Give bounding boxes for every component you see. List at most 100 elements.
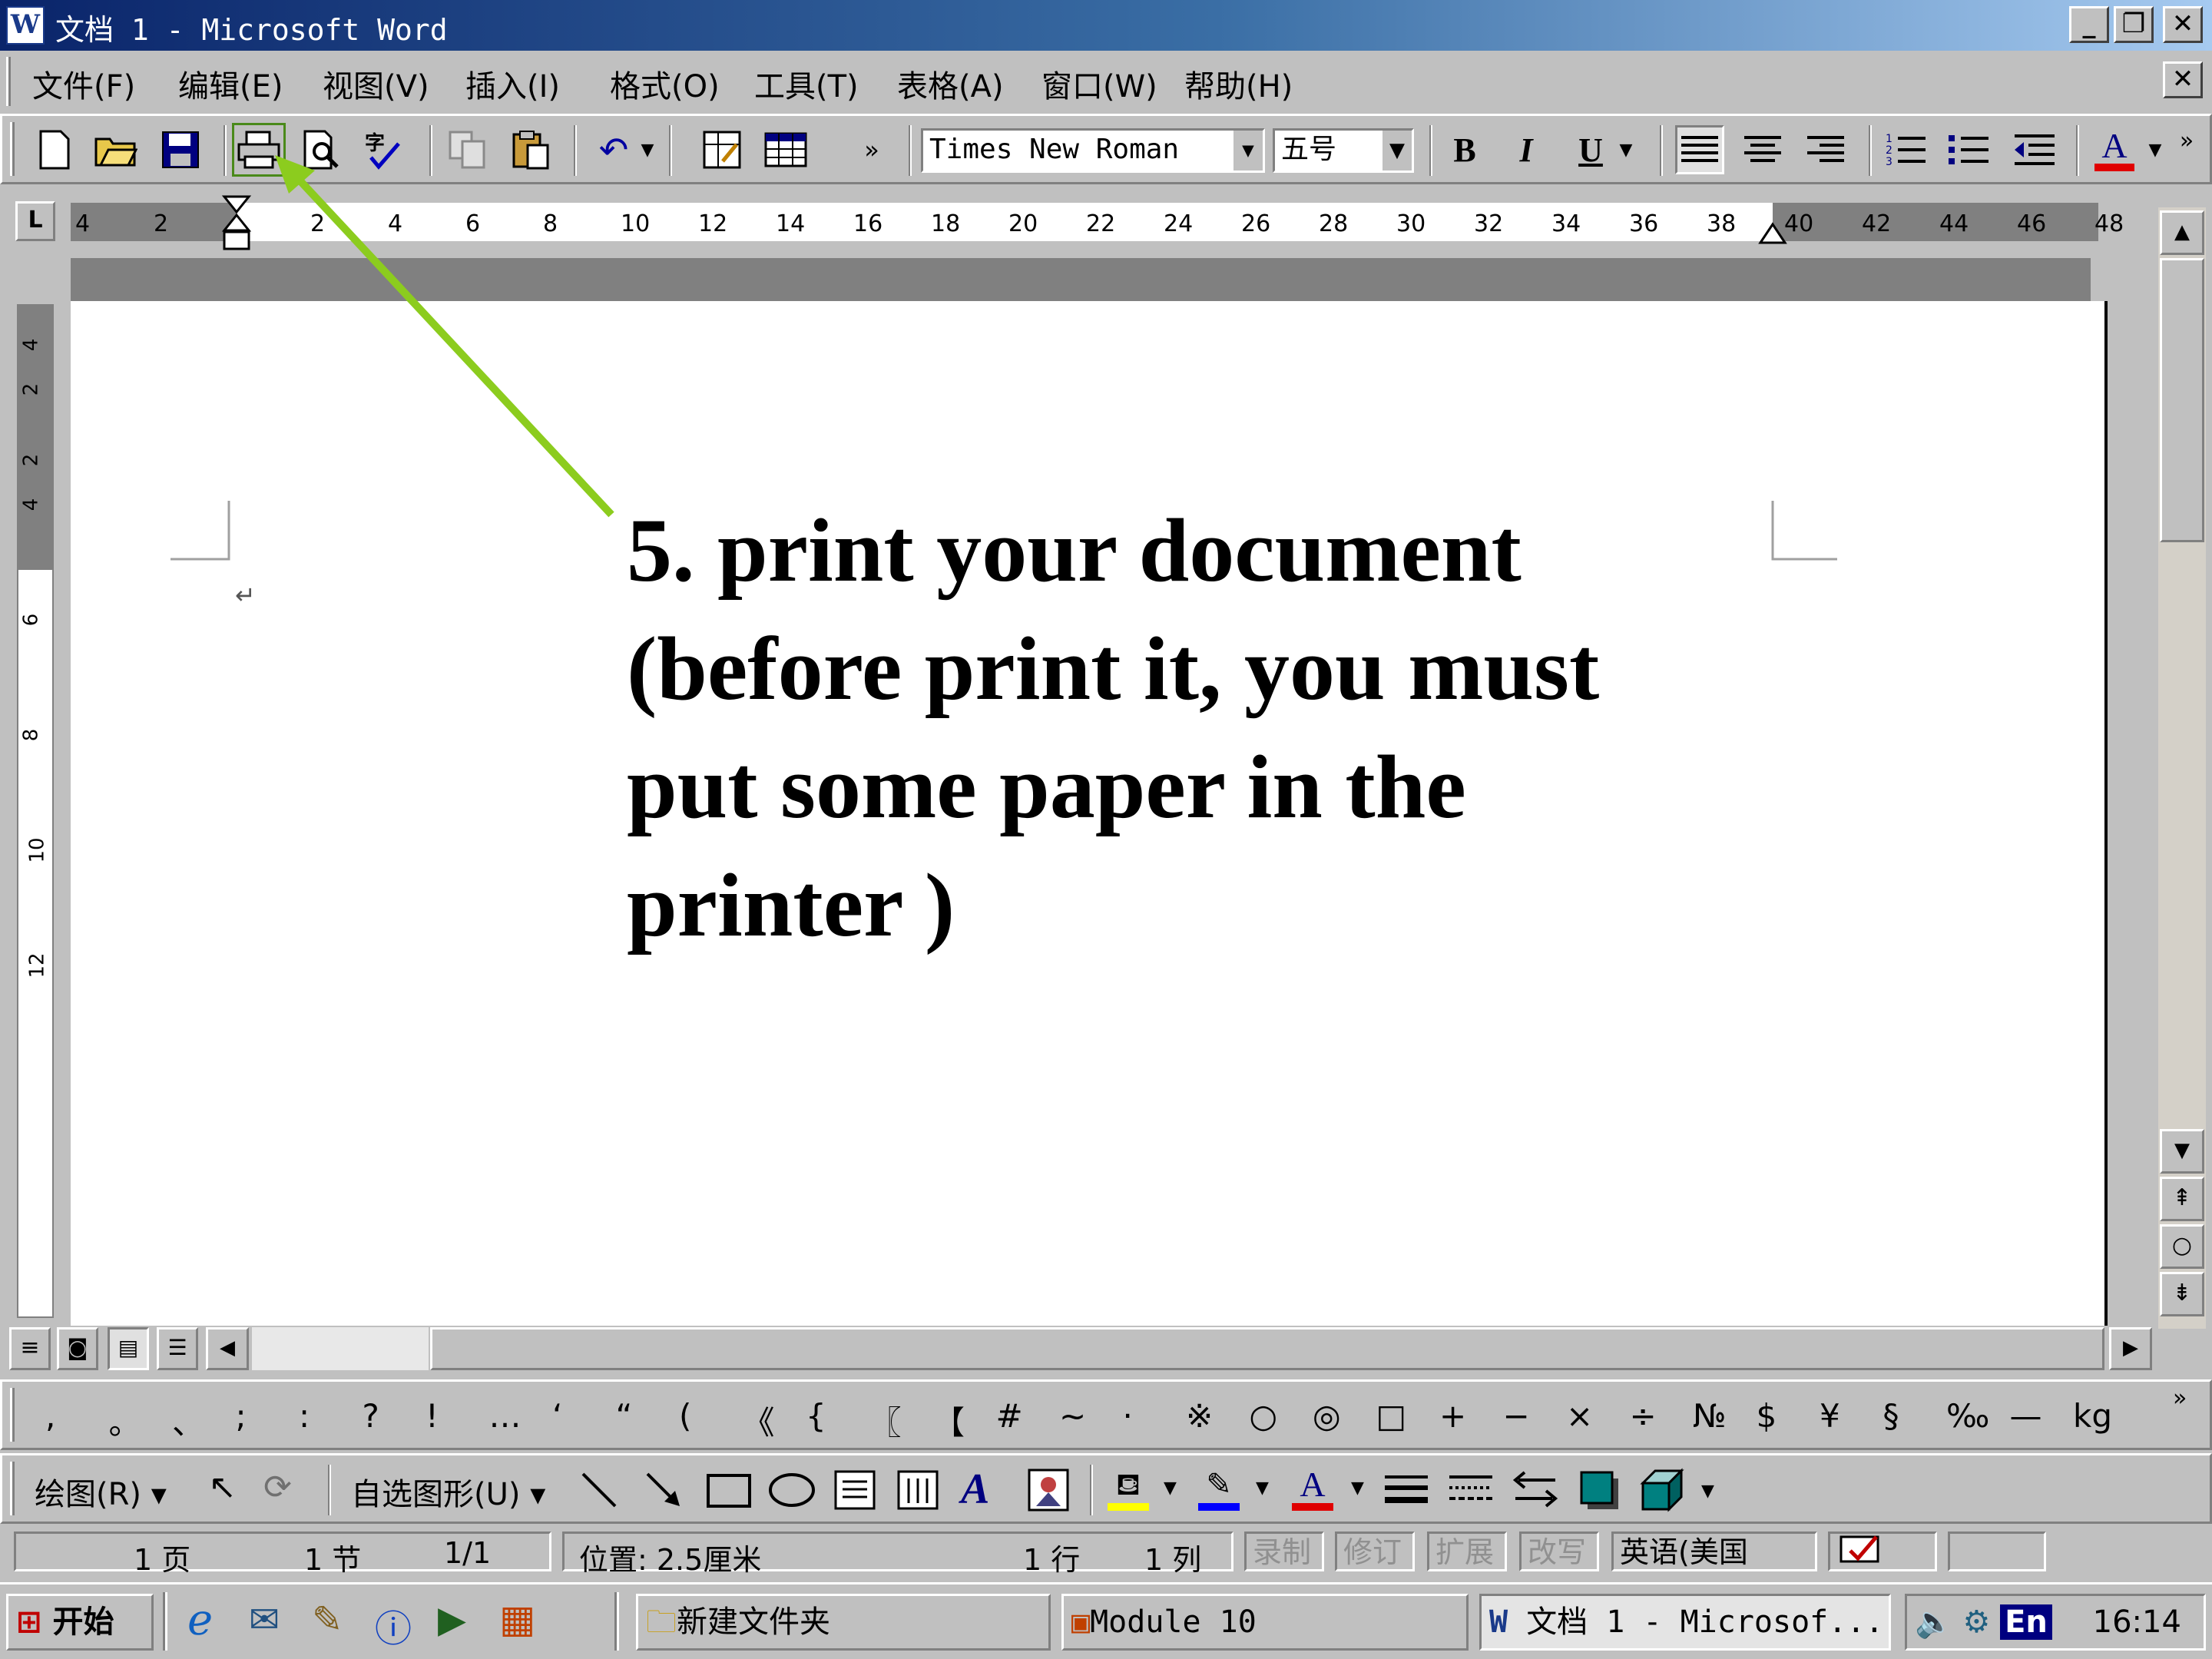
symbol-button[interactable]: 《 <box>743 1397 775 1444</box>
line-color-dropdown[interactable]: ▼ <box>1256 1479 1269 1498</box>
symbol-button[interactable]: § <box>1883 1397 1899 1435</box>
web-layout-view-button[interactable]: ◙ <box>57 1327 98 1370</box>
wordart-button[interactable]: A <box>961 1465 989 1514</box>
symbol-button[interactable]: 【 <box>932 1397 965 1444</box>
symbol-button[interactable]: ※ <box>1186 1397 1213 1435</box>
symbol-button[interactable]: — <box>2010 1397 2042 1435</box>
formatting-options-button[interactable]: » <box>2171 116 2202 165</box>
menu-edit[interactable]: 编辑(E) <box>178 61 283 106</box>
symbol-button[interactable]: − <box>1503 1397 1530 1435</box>
save-button[interactable] <box>156 125 205 174</box>
dash-style-icon[interactable] <box>1449 1472 1492 1506</box>
symbol-button[interactable]: ◎ <box>1313 1397 1341 1435</box>
insert-table-button[interactable] <box>761 125 810 174</box>
symbol-button[interactable]: : <box>299 1397 310 1435</box>
shadow-icon[interactable] <box>1578 1469 1621 1511</box>
symbol-button[interactable]: # <box>996 1397 1023 1435</box>
vertical-ruler[interactable]: 4 2 2 4 6 8 10 12 <box>17 304 54 1318</box>
drawing-options-button[interactable]: ▼ <box>1701 1482 1714 1501</box>
draw-font-color-dropdown[interactable]: ▼ <box>1351 1479 1364 1498</box>
line-tool-icon[interactable] <box>580 1471 618 1509</box>
horizontal-scrollbar[interactable]: ≡ ◙ ▤ ☰ ◀ ▶ <box>0 1326 2158 1373</box>
scroll-left-button[interactable]: ◀ <box>206 1327 249 1370</box>
tab-selector-button[interactable]: L <box>15 201 55 241</box>
align-right-button[interactable] <box>1801 125 1850 174</box>
draw-font-color-button[interactable]: A <box>1290 1466 1336 1515</box>
symbol-button[interactable]: ( <box>679 1397 691 1435</box>
next-page-button[interactable]: ⇟ <box>2160 1272 2204 1316</box>
fill-color-dropdown[interactable]: ▼ <box>1164 1479 1177 1498</box>
document-close-button[interactable]: ✕ <box>2163 61 2203 98</box>
media-player-icon[interactable]: ▶ <box>438 1598 466 1641</box>
underline-button[interactable]: U <box>1566 125 1615 174</box>
line-style-icon[interactable] <box>1385 1472 1428 1506</box>
desktop-icon[interactable]: ✎ <box>312 1598 343 1641</box>
ie-browser-icon[interactable]: ℯ <box>187 1595 213 1645</box>
italic-button[interactable]: I <box>1502 125 1551 174</box>
font-color-button[interactable]: A <box>2090 125 2139 174</box>
font-color-dropdown[interactable]: ▼ <box>2145 125 2165 174</box>
app-launcher-icon[interactable]: ▦ <box>499 1597 535 1641</box>
symbol-button[interactable]: { <box>806 1397 826 1435</box>
font-name-dropdown[interactable]: ▼ <box>1232 131 1263 171</box>
clip-art-icon[interactable] <box>1027 1468 1070 1512</box>
document-body-text[interactable]: 5. print your document (before print it,… <box>627 492 1932 965</box>
arrow-tool-icon[interactable] <box>644 1471 683 1509</box>
normal-view-button[interactable]: ≡ <box>9 1327 51 1370</box>
decrease-indent-button[interactable] <box>2010 125 2059 174</box>
symbol-button[interactable]: 。 <box>109 1397 141 1444</box>
status-spelling-cell[interactable] <box>1828 1532 1937 1571</box>
print-layout-view-button[interactable]: ▤ <box>108 1327 149 1370</box>
task-powerpoint[interactable]: ▣Module 10 <box>1061 1594 1469 1651</box>
menu-tools[interactable]: 工具(T) <box>754 61 859 106</box>
symbol-button[interactable]: … <box>489 1397 522 1435</box>
symbol-button[interactable]: ~ <box>1059 1397 1086 1435</box>
start-button[interactable]: ⊞ 开始 <box>6 1594 154 1651</box>
symbol-button[interactable]: ○ <box>1250 1397 1278 1435</box>
symbol-button[interactable]: 〖 <box>869 1397 902 1444</box>
menu-help[interactable]: 帮助(H) <box>1184 61 1293 106</box>
font-size-combo[interactable]: 五号 ▼ <box>1273 128 1414 173</box>
scroll-thumb[interactable] <box>2160 258 2204 542</box>
symbol-button[interactable]: □ <box>1376 1397 1407 1435</box>
justify-button[interactable] <box>1675 125 1724 174</box>
bold-button[interactable]: B <box>1440 125 1489 174</box>
input-language-indicator[interactable]: En <box>2000 1604 2052 1640</box>
outlook-icon[interactable]: ✉ <box>249 1598 280 1641</box>
minimize-button[interactable]: _ <box>2069 6 2109 43</box>
network-icon[interactable]: ⚙ <box>1963 1604 1991 1640</box>
symbol-button[interactable]: , <box>45 1397 55 1435</box>
scroll-up-button[interactable]: ▲ <box>2160 210 2204 255</box>
symbol-button[interactable]: ! <box>426 1397 439 1435</box>
title-bar[interactable]: W 文档 1 - Microsoft Word _ ❐ ✕ <box>0 0 2212 51</box>
tables-borders-button[interactable] <box>698 125 747 174</box>
horizontal-scroll-thumb[interactable] <box>430 1327 2104 1370</box>
font-name-combo[interactable]: Times New Roman ▼ <box>921 128 1265 173</box>
vertical-scrollbar[interactable]: ▲ ▼ ⇞ ○ ⇟ <box>2158 207 2206 1329</box>
oval-tool-icon[interactable] <box>767 1471 816 1509</box>
symbol-button[interactable]: ‘ <box>552 1397 562 1435</box>
symbol-button[interactable]: $ <box>1757 1397 1777 1435</box>
draw-menu-button[interactable]: 绘图(R) ▾ <box>35 1469 167 1514</box>
task-word-document[interactable]: W 文档 1 - Microsof... <box>1479 1594 1891 1651</box>
volume-icon[interactable]: 🔈 <box>1915 1604 1953 1640</box>
3d-icon[interactable] <box>1640 1468 1686 1512</box>
symbol-button[interactable]: · <box>1123 1397 1133 1435</box>
task-new-folder[interactable]: 🗀新建文件夹 <box>636 1594 1051 1651</box>
menu-format[interactable]: 格式(O) <box>610 61 720 106</box>
select-objects-button[interactable]: ↖ <box>208 1468 237 1507</box>
select-browse-object-button[interactable]: ○ <box>2160 1224 2204 1269</box>
symbol-button[interactable]: № <box>1693 1397 1727 1435</box>
previous-page-button[interactable]: ⇞ <box>2160 1177 2204 1221</box>
bullets-button[interactable] <box>1944 125 1993 174</box>
symbol-button[interactable]: ? <box>363 1397 379 1435</box>
underline-dropdown[interactable]: ▼ <box>1615 125 1637 174</box>
status-language[interactable]: 英语(美国 <box>1611 1532 1817 1571</box>
indent-marker-icon[interactable] <box>221 195 252 253</box>
channels-icon[interactable]: ⓘ <box>375 1598 412 1652</box>
scroll-right-button[interactable]: ▶ <box>2109 1327 2152 1370</box>
free-rotate-button[interactable]: ⟳ <box>263 1468 292 1507</box>
new-document-button[interactable] <box>30 125 79 174</box>
menu-insert[interactable]: 插入(I) <box>465 61 560 106</box>
scroll-down-button[interactable]: ▼ <box>2160 1129 2204 1174</box>
